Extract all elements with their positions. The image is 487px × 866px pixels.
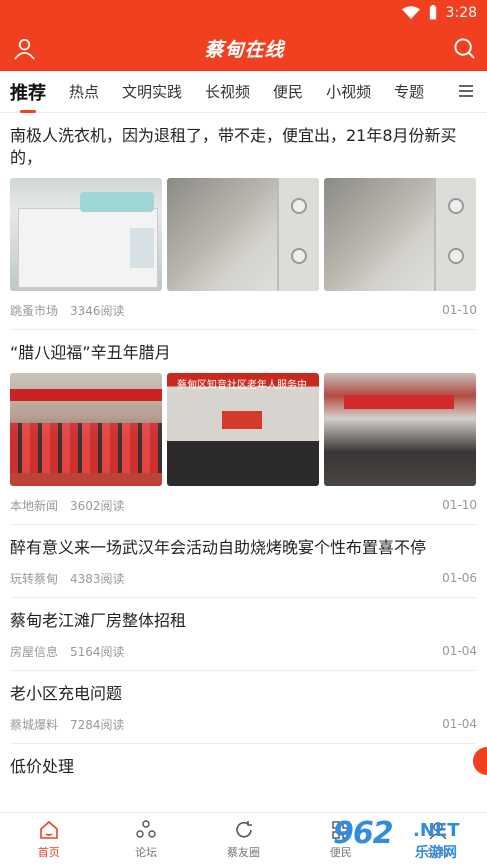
feed-date: 01-04: [442, 644, 477, 658]
watermark-number: 962: [333, 816, 394, 851]
circle-icon: [235, 820, 252, 838]
feed-meta: 跳蚤市场 3346阅读 01-10: [10, 291, 477, 329]
feed-title: 醉有意义来一场武汉年会活动自助烧烤晚宴个性布置喜不停: [10, 538, 427, 557]
nav-label: 首页: [37, 845, 60, 859]
feed-meta: 玩转蔡甸 4383阅读 01-06: [10, 559, 477, 597]
feed-item[interactable]: 蔡甸老江滩厂房整体招租 房屋信息 5164阅读 01-04: [10, 598, 477, 671]
nav-label: 蔡友圈: [227, 845, 261, 859]
search-icon[interactable]: [453, 37, 476, 60]
nav-circle[interactable]: 蔡友圈: [195, 813, 292, 866]
app-logo: 蔡甸在线: [204, 39, 285, 61]
forum-icon: [136, 819, 156, 838]
menu-icon[interactable]: [459, 84, 473, 98]
feed-item[interactable]: 低价处理: [10, 744, 477, 778]
watermark-cn: 乐游网: [415, 845, 457, 861]
event-photo: [10, 373, 162, 486]
feed-source: 蔡城爆料: [10, 717, 59, 732]
feed-meta: 蔡城爆料 7284阅读 01-04: [10, 705, 477, 743]
feed-reads: 3346阅读: [70, 303, 125, 318]
tab-short-video[interactable]: 小视频: [326, 81, 371, 102]
feed-images: 蔡甸区知音社区老年人服务中: [10, 373, 477, 486]
status-bar: 3:28: [0, 0, 487, 26]
community-banner-text: 蔡甸区知音社区老年人服务中: [177, 380, 307, 391]
feed-item[interactable]: 南极人洗衣机，因为退租了，带不走，便宜出，21年8月份新买的， 跳蚤市场 3346…: [10, 113, 477, 330]
nav-home[interactable]: 首页: [0, 813, 97, 866]
tab-topics[interactable]: 专题: [394, 81, 424, 102]
feed-date: 01-10: [442, 303, 477, 317]
watermark-net: .NET: [413, 820, 460, 841]
feed-source: 玩转蔡甸: [10, 571, 59, 586]
feed-source: 本地新闻: [10, 498, 59, 513]
feed-source: 房屋信息: [10, 644, 59, 659]
nav-label: 论坛: [135, 845, 158, 859]
nav-forum[interactable]: 论坛: [97, 813, 194, 866]
battery-icon: [429, 5, 436, 20]
event-photo: [324, 373, 476, 486]
site-watermark: 962 .NET 乐游网: [327, 810, 487, 866]
feed-reads: 4383阅读: [70, 571, 125, 586]
feed-item[interactable]: 醉有意义来一场武汉年会活动自助烧烤晚宴个性布置喜不停 玩转蔡甸 4383阅读 01…: [10, 525, 477, 598]
washer-photo: [10, 178, 162, 291]
feed-source: 跳蚤市场: [10, 303, 59, 318]
feed-item[interactable]: “腊八迎福”辛丑年腊月 蔡甸区知音社区老年人服务中 本地新闻 3602阅读 01-…: [10, 330, 477, 525]
washer-photo: [167, 178, 319, 291]
feed-date: 01-10: [442, 498, 477, 512]
tab-civilization[interactable]: 文明实践: [122, 81, 182, 102]
feed-title: 蔡甸老江滩厂房整体招租: [10, 611, 187, 630]
feed-title: 老小区充电问题: [10, 684, 123, 703]
feed-meta: 房屋信息 5164阅读 01-04: [10, 632, 477, 670]
home-icon: [39, 820, 58, 839]
news-feed: 南极人洗衣机，因为退租了，带不走，便宜出，21年8月份新买的， 跳蚤市场 3346…: [0, 113, 487, 778]
tab-long-video[interactable]: 长视频: [205, 81, 250, 102]
feed-title: 低价处理: [10, 757, 75, 776]
user-icon[interactable]: [13, 37, 36, 60]
feed-reads: 5164阅读: [70, 644, 125, 659]
event-photo: 蔡甸区知音社区老年人服务中: [167, 373, 319, 486]
app-header: 蔡甸在线: [0, 26, 487, 71]
washer-photo: [324, 178, 476, 291]
feed-date: 01-04: [442, 717, 477, 731]
status-time: 3:28: [445, 5, 477, 21]
feed-reads: 7284阅读: [70, 717, 125, 732]
feed-date: 01-06: [442, 571, 477, 585]
tab-hot[interactable]: 热点: [69, 81, 99, 102]
wifi-icon: [401, 6, 420, 19]
feed-title: “腊八迎福”辛丑年腊月: [10, 343, 171, 362]
feed-images: [10, 178, 477, 291]
channel-tabs: 推荐 热点 文明实践 长视频 便民 小视频 专题: [0, 71, 487, 113]
feed-item[interactable]: 老小区充电问题 蔡城爆料 7284阅读 01-04: [10, 671, 477, 744]
feed-meta: 本地新闻 3602阅读 01-10: [10, 486, 477, 524]
tab-recommend[interactable]: 推荐: [10, 79, 46, 113]
feed-title: 南极人洗衣机，因为退租了，带不走，便宜出，21年8月份新买的，: [10, 126, 457, 167]
feed-reads: 3602阅读: [70, 498, 125, 513]
tab-convenience[interactable]: 便民: [273, 81, 303, 102]
